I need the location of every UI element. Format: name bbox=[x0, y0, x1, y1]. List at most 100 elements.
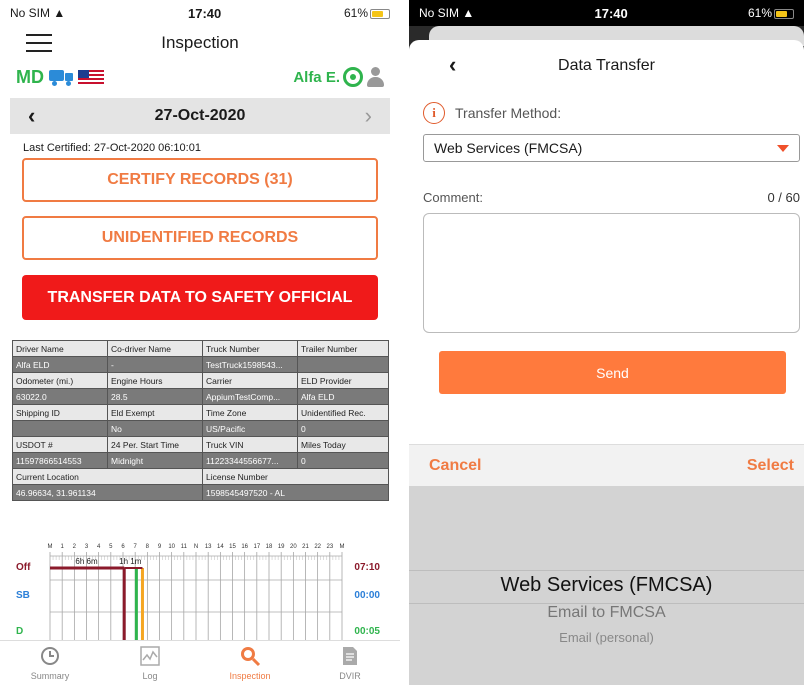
table-cell: Trailer Number bbox=[297, 340, 389, 357]
vehicle-driver-bar: MD Alfa E. bbox=[0, 60, 400, 94]
tab-log[interactable]: Log bbox=[100, 641, 200, 685]
sheet-title: Data Transfer bbox=[558, 57, 655, 74]
hour-tick-label: 19 bbox=[278, 544, 285, 550]
wifi-icon: ▲ bbox=[53, 6, 66, 20]
picker-cancel-button[interactable]: Cancel bbox=[429, 457, 481, 475]
status-row-label: D bbox=[16, 626, 23, 637]
battery-icon bbox=[370, 8, 390, 19]
hos-log-graph[interactable]: M 1 2 3 4 5 6 7 8 9 10 11 N 13 14 15 16 17 18 19 20 21 22 23 M Of… bbox=[12, 540, 392, 640]
bottom-tab-bar: Summary Log Inspection DVIR bbox=[0, 640, 400, 685]
status-row-label: SB bbox=[16, 590, 30, 601]
hour-tick-label: 10 bbox=[168, 544, 175, 550]
table-cell: US/Pacific bbox=[202, 420, 298, 437]
comment-textarea[interactable] bbox=[423, 213, 800, 333]
hour-tick-label: 4 bbox=[97, 544, 101, 550]
info-icon[interactable]: i bbox=[423, 102, 445, 124]
table-row: Current Location License Number bbox=[12, 468, 389, 485]
table-cell bbox=[297, 356, 389, 373]
status-bar: No SIM ▲ 17:40 61% bbox=[409, 0, 804, 26]
battery-indicator: 61% bbox=[344, 6, 390, 20]
table-cell: USDOT # bbox=[12, 436, 108, 453]
hour-tick-label: 8 bbox=[146, 544, 150, 550]
table-cell: No bbox=[107, 420, 203, 437]
table-cell: Time Zone bbox=[202, 404, 298, 421]
tab-inspection[interactable]: Inspection bbox=[200, 641, 300, 685]
steering-wheel-icon bbox=[343, 67, 363, 87]
hour-tick-label: 22 bbox=[314, 544, 321, 550]
carrier-text: No SIM ▲ bbox=[419, 6, 475, 20]
next-day-chevron-icon[interactable]: › bbox=[365, 103, 372, 129]
table-cell: ELD Provider bbox=[297, 372, 389, 389]
table-row: Driver Name Co-driver Name Truck Number Tra… bbox=[12, 340, 389, 357]
table-cell: 11223344556677... bbox=[202, 452, 298, 469]
transfer-data-button[interactable]: TRANSFER DATA TO SAFETY OFFICIAL bbox=[22, 275, 378, 320]
picker-option[interactable]: Email to FMCSA bbox=[409, 604, 804, 622]
transfer-method-picker[interactable]: Web Services (FMCSA) Email to FMCSA Emai… bbox=[409, 486, 804, 685]
table-cell: 0 bbox=[297, 420, 389, 437]
battery-icon bbox=[774, 8, 794, 19]
back-chevron-icon[interactable]: ‹ bbox=[449, 52, 456, 78]
table-cell: 63022.0 bbox=[12, 388, 108, 405]
certify-records-button[interactable]: CERTIFY RECORDS (31) bbox=[22, 158, 378, 202]
hour-tick-label: 20 bbox=[290, 544, 297, 550]
table-cell: Carrier bbox=[202, 372, 298, 389]
transfer-method-select[interactable]: Web Services (FMCSA) bbox=[423, 134, 800, 162]
status-row-total: 00:00 bbox=[354, 590, 380, 601]
table-cell: Driver Name bbox=[12, 340, 108, 357]
status-row-total: 00:05 bbox=[354, 626, 380, 637]
table-cell: Co-driver Name bbox=[107, 340, 203, 357]
hour-tick-label: 9 bbox=[158, 544, 162, 550]
top-nav-bar: Inspection bbox=[0, 26, 400, 60]
wifi-icon: ▲ bbox=[462, 6, 475, 20]
date-navigator: ‹ 27-Oct-2020 › bbox=[10, 98, 390, 134]
menu-icon[interactable] bbox=[26, 34, 52, 52]
hour-tick-label: 23 bbox=[326, 544, 333, 550]
hour-tick-label: 21 bbox=[302, 544, 309, 550]
hour-tick-label: N bbox=[194, 544, 198, 550]
table-cell: AppiumTestComp... bbox=[202, 388, 298, 405]
picker-option[interactable]: Web Services (FMCSA) bbox=[409, 574, 804, 597]
hour-tick-label: 14 bbox=[217, 544, 224, 550]
selected-method: Web Services (FMCSA) bbox=[434, 140, 583, 156]
hour-tick-label: 6 bbox=[121, 544, 125, 550]
duration-annotation: 6h 6m bbox=[75, 557, 98, 566]
prev-day-chevron-icon[interactable]: ‹ bbox=[28, 103, 35, 129]
tab-summary[interactable]: Summary bbox=[0, 641, 100, 685]
unidentified-records-button[interactable]: UNIDENTIFIED RECORDS bbox=[22, 216, 378, 260]
table-cell: 11597866514553 bbox=[12, 452, 108, 469]
hour-tick-label: 2 bbox=[73, 544, 77, 550]
page-title: Inspection bbox=[161, 33, 239, 52]
duration-annotation: 1h 1m bbox=[119, 557, 142, 566]
table-cell: 28.5 bbox=[107, 388, 203, 405]
table-cell: Eld Exempt bbox=[107, 404, 203, 421]
table-cell: Engine Hours bbox=[107, 372, 203, 389]
hour-tick-label: 18 bbox=[266, 544, 273, 550]
comment-char-count: 0 / 60 bbox=[767, 190, 800, 205]
status-row-total: 07:10 bbox=[354, 562, 380, 573]
hour-tick-label: M bbox=[340, 544, 345, 550]
hour-tick-label: 15 bbox=[229, 544, 236, 550]
dropdown-caret-icon bbox=[777, 144, 789, 152]
tab-label: DVIR bbox=[339, 671, 361, 681]
table-cell: Truck VIN bbox=[202, 436, 298, 453]
picker-select-button[interactable]: Select bbox=[747, 457, 794, 475]
truck-icon bbox=[49, 70, 73, 86]
table-row: Shipping ID Eld Exempt Time Zone Unidentifi… bbox=[12, 404, 389, 421]
driver-indicator[interactable]: Alfa E. bbox=[293, 67, 384, 87]
picker-option[interactable]: Email (personal) bbox=[409, 630, 804, 645]
table-cell: Odometer (mi.) bbox=[12, 372, 108, 389]
send-button[interactable]: Send bbox=[439, 351, 786, 394]
table-row: 11597866514553 Midnight 11223344556677... 0 bbox=[12, 452, 389, 469]
table-cell: 0 bbox=[297, 452, 389, 469]
tab-dvir[interactable]: DVIR bbox=[300, 641, 400, 685]
table-cell: Alfa ELD bbox=[12, 356, 108, 373]
hour-tick-label: 5 bbox=[109, 544, 113, 550]
state-indicator: MD bbox=[16, 67, 104, 88]
table-row: 63022.0 28.5 AppiumTestComp... Alfa ELD bbox=[12, 388, 389, 405]
status-row-label: Off bbox=[16, 562, 31, 573]
current-date: 27-Oct-2020 bbox=[154, 107, 246, 124]
battery-indicator: 61% bbox=[748, 6, 794, 20]
clock-icon bbox=[39, 645, 61, 669]
transfer-method-label: Transfer Method: bbox=[455, 105, 562, 121]
table-row: Odometer (mi.) Engine Hours Carrier ELD Pro… bbox=[12, 372, 389, 389]
